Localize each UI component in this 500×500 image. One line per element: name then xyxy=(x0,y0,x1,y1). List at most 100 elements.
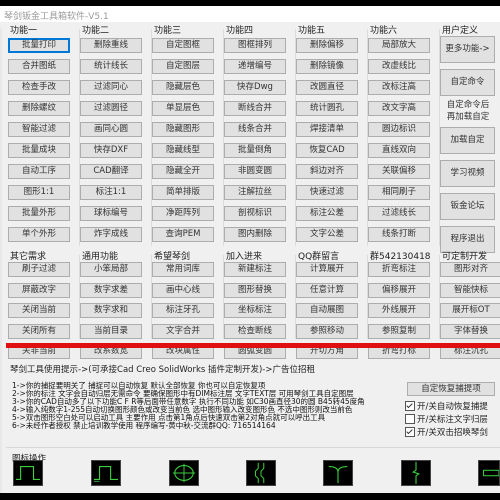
function-button[interactable]: 关闭当前 xyxy=(8,303,70,318)
function-button[interactable]: 非圆变圆 xyxy=(224,164,286,179)
function-button[interactable]: 自定图框 xyxy=(152,38,214,53)
function-button[interactable]: 删除重线 xyxy=(80,38,142,53)
function-button[interactable]: 查询PEM xyxy=(152,227,214,242)
function-button[interactable]: 线条打断 xyxy=(368,227,430,242)
pulse-wave-alt-icon[interactable] xyxy=(91,460,121,486)
function-button[interactable]: 隐藏图形 xyxy=(152,122,214,137)
function-button[interactable]: 单个外形 xyxy=(8,227,70,242)
function-button[interactable]: 删除镜像 xyxy=(296,59,358,74)
function-button[interactable]: 参照复制 xyxy=(368,323,430,339)
function-button[interactable]: 偏移展开 xyxy=(368,282,430,298)
function-button[interactable]: 改文字高 xyxy=(368,101,430,116)
function-button[interactable]: 图形对齐 xyxy=(440,262,500,277)
function-button[interactable]: 自定图层 xyxy=(152,59,214,74)
learn-video-button[interactable]: 学习视频 xyxy=(440,160,495,187)
function-button[interactable]: 关联偏移 xyxy=(368,164,430,179)
custom-restore-snap-button[interactable]: 自定恢复捕提项 xyxy=(407,382,495,396)
function-button[interactable]: 标注1:1 xyxy=(80,185,142,200)
function-button[interactable]: 改标注高 xyxy=(368,80,430,95)
dim-text-layer-checkbox[interactable]: 开/关标注文字归层 xyxy=(405,413,488,425)
function-button[interactable]: 线条合并 xyxy=(224,122,286,137)
function-button[interactable]: 智能过滤 xyxy=(8,122,70,137)
function-button[interactable]: 参照移动 xyxy=(296,323,358,339)
function-button[interactable]: 图形替换 xyxy=(224,282,286,298)
slot-rect-icon[interactable] xyxy=(478,460,500,486)
function-button[interactable]: 检查手改 xyxy=(8,80,70,95)
function-button[interactable]: 批量外形 xyxy=(8,206,70,221)
auto-restore-snap-checkbox[interactable]: 开/关自动恢复捕提 xyxy=(405,400,488,412)
zigzag-break-icon[interactable] xyxy=(401,460,431,486)
function-button[interactable]: 隐藏线型 xyxy=(152,143,214,158)
function-button[interactable]: 统计圆孔 xyxy=(296,101,358,116)
function-button[interactable]: 坐标标注 xyxy=(224,303,286,318)
function-button[interactable]: 文字公差 xyxy=(296,227,358,242)
function-button[interactable]: 删除偏移 xyxy=(296,38,358,53)
function-button[interactable]: 快存Dwg xyxy=(224,80,286,95)
function-button[interactable]: 刷子过滤 xyxy=(8,262,70,277)
function-button[interactable]: 任意计算 xyxy=(296,282,358,298)
function-button[interactable]: 删除螺纹 xyxy=(8,101,70,116)
function-button[interactable]: 局部放大 xyxy=(368,38,430,53)
function-button[interactable]: 画中心线 xyxy=(152,282,214,298)
function-button[interactable]: 断线合并 xyxy=(224,101,286,116)
more-functions-button[interactable]: 更多功能-> xyxy=(440,36,495,63)
function-button[interactable]: 数字求差 xyxy=(80,282,142,298)
function-button[interactable]: 隐藏全开 xyxy=(152,164,214,179)
function-button[interactable]: 直线双向 xyxy=(368,143,430,158)
pulse-wave-icon[interactable] xyxy=(13,460,43,486)
custom-command-button[interactable]: 自定命令 xyxy=(440,69,495,96)
function-button[interactable]: 统计线长 xyxy=(80,59,142,74)
function-button[interactable]: 自动工序 xyxy=(8,164,70,179)
function-button[interactable]: 数字求和 xyxy=(80,303,142,318)
function-button[interactable]: 炸字成线 xyxy=(80,227,142,242)
function-button[interactable]: 注解拉丝 xyxy=(224,185,286,200)
function-button[interactable]: 批量打印 xyxy=(8,38,70,53)
checkbox-box[interactable] xyxy=(405,414,415,424)
function-button[interactable]: 计算展开 xyxy=(296,262,358,277)
function-button[interactable]: 图框排列 xyxy=(224,38,286,53)
break-line-icon[interactable] xyxy=(246,460,276,486)
function-button[interactable]: 斜边对齐 xyxy=(296,164,358,179)
load-custom-button[interactable]: 加载自定 xyxy=(440,127,495,154)
function-button[interactable]: 小笨局部 xyxy=(80,262,142,277)
function-button[interactable]: 改虚线比 xyxy=(368,59,430,74)
function-button[interactable]: 屏蔽改字 xyxy=(8,282,70,298)
y-junction-icon[interactable] xyxy=(323,460,353,486)
function-button[interactable]: 快存DXF xyxy=(80,143,142,158)
function-button[interactable]: 标注公差 xyxy=(296,206,358,221)
function-button[interactable]: 相同刷子 xyxy=(368,185,430,200)
function-button[interactable]: 过滤同心 xyxy=(80,80,142,95)
double-click-summon-checkbox[interactable]: 开/关双击招唤琴剑 xyxy=(405,426,488,438)
function-button[interactable]: 自动展图 xyxy=(296,303,358,318)
function-button[interactable]: 字体替换 xyxy=(440,323,500,339)
function-button[interactable]: 合并图纸 xyxy=(8,59,70,74)
function-button[interactable]: CAD翻译 xyxy=(80,164,142,179)
function-button[interactable]: 检查断线 xyxy=(224,323,286,339)
forum-button[interactable]: 钣金论坛 xyxy=(440,193,495,220)
function-button[interactable]: 关闭所有 xyxy=(8,323,70,339)
function-button[interactable]: 恢复CAD xyxy=(296,143,358,158)
function-button[interactable]: 简单排版 xyxy=(152,185,214,200)
function-button[interactable]: 标注牙孔 xyxy=(152,303,214,318)
function-button[interactable]: 展开标OT xyxy=(440,303,500,318)
function-button[interactable]: 外线展开 xyxy=(368,303,430,318)
function-button[interactable]: 过滤线长 xyxy=(368,206,430,221)
function-button[interactable]: 新建标注 xyxy=(224,262,286,277)
function-button[interactable]: 图形1:1 xyxy=(8,185,70,200)
function-button[interactable]: 智能快标 xyxy=(440,282,500,298)
function-button[interactable]: 单显层色 xyxy=(152,101,214,116)
function-button[interactable]: 球标编号 xyxy=(80,206,142,221)
function-button[interactable]: 过滤圆径 xyxy=(80,101,142,116)
function-button[interactable]: 焊接清单 xyxy=(296,122,358,137)
circle-crosshair-icon[interactable] xyxy=(169,460,199,486)
function-button[interactable]: 圆边标识 xyxy=(368,122,430,137)
function-button[interactable]: 改圆直径 xyxy=(296,80,358,95)
function-button[interactable]: 当前目录 xyxy=(80,323,142,339)
function-button[interactable]: 净距阵列 xyxy=(152,206,214,221)
function-button[interactable]: 批量倒角 xyxy=(224,143,286,158)
checkbox-box[interactable] xyxy=(405,427,415,437)
checkbox-box[interactable] xyxy=(405,401,415,411)
function-button[interactable]: 折弯标注 xyxy=(368,262,430,277)
function-button[interactable]: 隐藏层色 xyxy=(152,80,214,95)
function-button[interactable]: 递增编号 xyxy=(224,59,286,74)
